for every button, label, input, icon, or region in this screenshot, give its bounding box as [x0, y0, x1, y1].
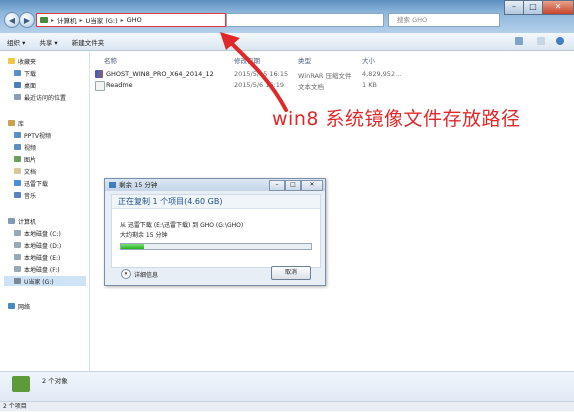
file-name[interactable]: GHOST_WIN8_PRO_X64_2014_12	[106, 70, 214, 78]
dialog-title-bar: 剩余 15 分钟 – □ ✕	[105, 179, 325, 191]
sidebar-item-pictures[interactable]: 图片	[14, 154, 36, 164]
dialog-body: 正在复制 1 个项目(4.60 GB) 从 迅雷下载 (E:\迅雷下载) 到 G…	[111, 194, 321, 268]
item-count: 2 个对象	[42, 377, 68, 385]
sidebar-item-thunder[interactable]: 迅雷下载	[14, 178, 48, 188]
cancel-button[interactable]: 取消	[271, 266, 311, 280]
network-icon	[8, 303, 15, 309]
more-details-toggle[interactable]: ▾ 详细信息	[121, 269, 158, 279]
sidebar-item-drive-e[interactable]: 本地磁盘 (E:)	[14, 252, 60, 262]
archive-file-icon	[95, 70, 103, 78]
file-size: 4,829,952...	[362, 70, 402, 78]
hard-drive-icon	[14, 242, 21, 248]
details-pane	[0, 371, 574, 402]
address-bar[interactable]: ▸ 计算机 ▸ U当家 (G:) ▸ GHO	[36, 13, 226, 27]
dialog-close-button[interactable]: ✕	[301, 180, 323, 191]
address-bar-fill[interactable]	[226, 13, 384, 27]
status-bar: 2 个项目	[0, 401, 574, 411]
column-header-type[interactable]: 类型	[298, 55, 311, 65]
hard-drive-icon	[14, 266, 21, 272]
chevron-right-icon: ▸	[79, 16, 83, 24]
chevron-right-icon: ▸	[51, 16, 55, 24]
progress-fill	[121, 244, 144, 249]
file-type: 文本文档	[298, 83, 324, 91]
file-name[interactable]: Readme	[106, 81, 133, 89]
view-options-icon[interactable]	[515, 37, 523, 45]
video-icon	[14, 144, 21, 150]
preview-pane-icon[interactable]	[537, 37, 545, 45]
sidebar-item-documents[interactable]: 文档	[14, 166, 36, 176]
maximize-button[interactable]: □	[523, 0, 543, 15]
search-input[interactable]: 搜索 GHO	[388, 13, 500, 27]
copy-source-destination: 从 迅雷下载 (E:\迅雷下载) 到 GHO (G:\GHO)	[120, 222, 244, 229]
video-library-icon	[14, 132, 21, 138]
star-icon	[8, 58, 15, 64]
file-size: 1 KB	[362, 81, 377, 89]
sidebar-item-drive-f[interactable]: 本地磁盘 (F:)	[14, 264, 60, 274]
close-button[interactable]: ✕	[542, 0, 574, 15]
sidebar-item-desktop[interactable]: 桌面	[14, 80, 36, 90]
folder-items-icon	[12, 376, 30, 392]
details-label: 详细信息	[134, 271, 159, 279]
picture-icon	[14, 156, 21, 162]
computer-icon	[40, 17, 48, 23]
copy-progress-dialog: 剩余 15 分钟 – □ ✕ 正在复制 1 个项目(4.60 GB) 从 迅雷下…	[104, 178, 326, 286]
minimize-button[interactable]: –	[504, 0, 524, 15]
dialog-maximize-button[interactable]: □	[285, 180, 301, 191]
network-header[interactable]: 网络	[8, 301, 30, 311]
sidebar-item-drive-g[interactable]: U当家 (G:)	[4, 276, 86, 286]
help-icon[interactable]	[556, 37, 564, 45]
document-icon	[14, 168, 21, 174]
dialog-minimize-button[interactable]: –	[269, 180, 285, 191]
music-icon	[14, 192, 21, 198]
share-menu[interactable]: 共享 ▾	[32, 37, 64, 47]
column-header-size[interactable]: 大小	[362, 55, 375, 65]
text-file-icon	[95, 81, 105, 91]
navigation-pane: 收藏夹 下载 桌面 最近访问的位置 库 PPTV视频 视频 图片 文档 迅雷下载…	[0, 51, 90, 371]
computer-header[interactable]: 计算机	[8, 216, 36, 226]
sidebar-item-downloads[interactable]: 下载	[14, 68, 36, 78]
chevron-right-icon: ▸	[120, 16, 124, 24]
sidebar-item-videos[interactable]: 视频	[14, 142, 36, 152]
desktop-icon	[14, 82, 21, 88]
column-header-name[interactable]: 名称	[104, 55, 117, 65]
progress-bar	[120, 243, 312, 250]
window-controls: – □ ✕	[504, 0, 574, 15]
favorites-header[interactable]: 收藏夹	[8, 56, 36, 66]
annotation-text: win8 系统镜像文件存放路径	[272, 108, 521, 130]
download-icon	[14, 70, 21, 76]
library-icon	[8, 120, 15, 126]
sidebar-item-recent[interactable]: 最近访问的位置	[14, 92, 66, 102]
sidebar-item-music[interactable]: 音乐	[14, 190, 36, 200]
chevron-down-icon: ▾	[121, 269, 131, 279]
sidebar-item-drive-d[interactable]: 本地磁盘 (D:)	[14, 240, 61, 250]
usb-drive-icon	[14, 278, 21, 284]
dialog-heading: 正在复制 1 个项目(4.60 GB)	[112, 195, 320, 209]
new-folder-button[interactable]: 新建文件夹	[65, 37, 112, 47]
sidebar-item-drive-c[interactable]: 本地磁盘 (C:)	[14, 228, 61, 238]
recent-places-icon	[14, 94, 21, 100]
forward-button[interactable]: ▶	[19, 12, 35, 28]
back-button[interactable]: ◀	[4, 12, 20, 28]
breadcrumb-drive[interactable]: U当家 (G:)	[86, 15, 118, 25]
breadcrumb-computer[interactable]: 计算机	[57, 15, 77, 25]
organize-menu[interactable]: 组织 ▾	[0, 37, 32, 47]
hard-drive-icon	[14, 254, 21, 260]
sidebar-item-pptv[interactable]: PPTV视频	[14, 130, 51, 140]
copy-icon	[109, 182, 116, 188]
thunder-download-icon	[14, 180, 21, 186]
hard-drive-icon	[14, 230, 21, 236]
breadcrumb-folder[interactable]: GHO	[127, 16, 142, 24]
time-remaining: 大约剩余 15 分钟	[120, 232, 168, 239]
libraries-header[interactable]: 库	[8, 118, 24, 128]
computer-icon	[8, 218, 15, 224]
dialog-title: 剩余 15 分钟	[119, 181, 158, 189]
file-type: WinRAR 压缩文件	[298, 72, 352, 80]
